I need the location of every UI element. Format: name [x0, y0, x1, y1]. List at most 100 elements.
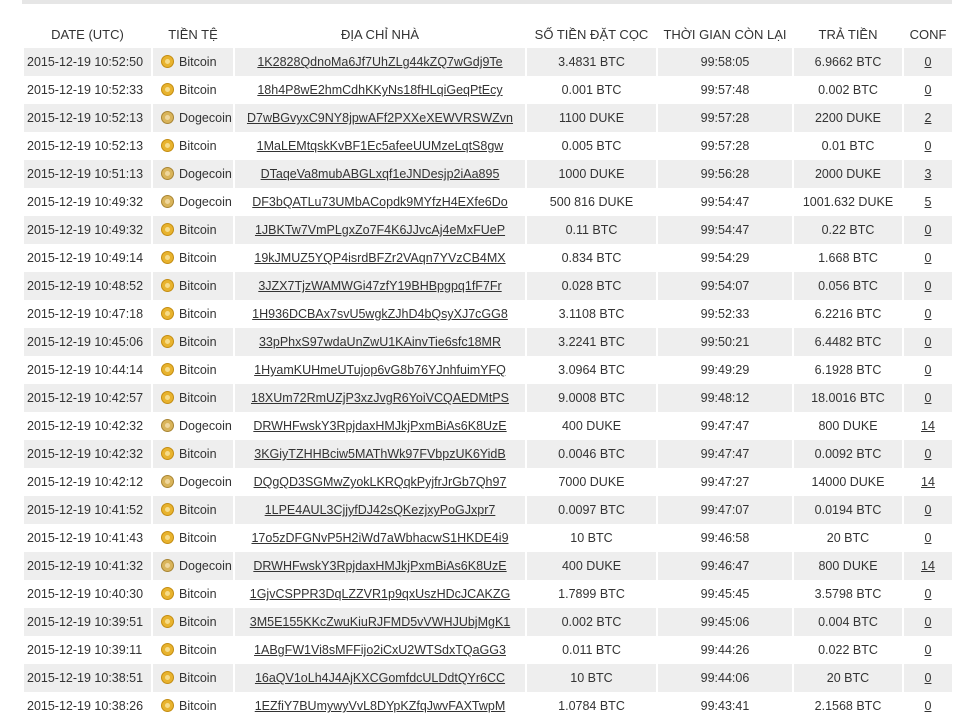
- address-link[interactable]: D7wBGvyxC9NY8jpwAFf2PXXeXEWVRSWZvn: [247, 111, 513, 125]
- date-cell: 2015-12-19 10:49:14: [24, 244, 151, 272]
- address-link[interactable]: DRWHFwskY3RpjdaxHMJkjPxmBiAs6K8UzE: [253, 419, 506, 433]
- conf-link[interactable]: 14: [921, 559, 935, 573]
- table-row: 2015-12-19 10:49:32 Dogecoin DF3bQATLu73UM…: [24, 188, 952, 216]
- deposit-cell: 0.028 BTC: [527, 272, 656, 300]
- currency-cell: Bitcoin: [153, 384, 233, 412]
- time-left-cell: 99:47:47: [658, 440, 792, 468]
- address-link[interactable]: 1ABgFW1Vi8sMFFijo2iCxU2WTSdxTQaGG3: [254, 643, 506, 657]
- currency-cell: Dogecoin: [153, 188, 233, 216]
- currency-cell: Bitcoin: [153, 636, 233, 664]
- address-link[interactable]: 18XUm72RmUZjP3xzJvgR6YoiVCQAEDMtPS: [251, 391, 509, 405]
- address-link[interactable]: 1H936DCBAx7svU5wgkZJhD4bQsyXJ7cGG8: [252, 307, 508, 321]
- address-link[interactable]: 3JZX7TjzWAMWGi47zfY19BHBpgpq1fF7Fr: [258, 279, 501, 293]
- address-cell: 18XUm72RmUZjP3xzJvgR6YoiVCQAEDMtPS: [235, 384, 525, 412]
- bitcoin-coin-icon: [161, 307, 174, 320]
- address-link[interactable]: 1MaLEMtqskKvBF1Ec5afeeUUMzeLqtS8gw: [257, 139, 504, 153]
- deposit-cell: 0.0046 BTC: [527, 440, 656, 468]
- date-cell: 2015-12-19 10:42:32: [24, 440, 151, 468]
- address-link[interactable]: DQgQD3SGMwZyokLKRQqkPyjfrJrGb7Qh97: [254, 475, 507, 489]
- conf-link[interactable]: 0: [925, 279, 932, 293]
- conf-cell: 0: [904, 636, 952, 664]
- deposit-cell: 10 BTC: [527, 524, 656, 552]
- conf-link[interactable]: 0: [925, 307, 932, 321]
- address-link[interactable]: DRWHFwskY3RpjdaxHMJkjPxmBiAs6K8UzE: [253, 559, 506, 573]
- deposit-cell: 0.834 BTC: [527, 244, 656, 272]
- deposit-cell: 0.0097 BTC: [527, 496, 656, 524]
- conf-link[interactable]: 0: [925, 503, 932, 517]
- bitcoin-coin-icon: [161, 363, 174, 376]
- conf-link[interactable]: 2: [925, 111, 932, 125]
- table-row: 2015-12-19 10:41:32 Dogecoin DRWHFwskY3Rpj…: [24, 552, 952, 580]
- address-cell: 1JBKTw7VmPLgxZo7F4K6JJvcAj4eMxFUeP: [235, 216, 525, 244]
- table-row: 2015-12-19 10:52:33 Bitcoin 18h4P8wE2hmCdh…: [24, 76, 952, 104]
- address-link[interactable]: 16aQV1oLh4J4AjKXCGomfdcULDdtQYr6CC: [255, 671, 505, 685]
- address-cell: D7wBGvyxC9NY8jpwAFf2PXXeXEWVRSWZvn: [235, 104, 525, 132]
- conf-link[interactable]: 0: [925, 531, 932, 545]
- currency-cell: Bitcoin: [153, 48, 233, 76]
- time-left-cell: 99:47:47: [658, 412, 792, 440]
- payout-cell: 1001.632 DUKE: [794, 188, 902, 216]
- conf-link[interactable]: 0: [925, 671, 932, 685]
- address-link[interactable]: 3M5E155KKcZwuKiuRJFMD5vVWHJUbjMgK1: [250, 615, 511, 629]
- address-link[interactable]: DTaqeVa8mubABGLxqf1eJNDesjp2iAa895: [261, 167, 500, 181]
- address-link[interactable]: 1JBKTw7VmPLgxZo7F4K6JJvcAj4eMxFUeP: [255, 223, 505, 237]
- payout-cell: 2200 DUKE: [794, 104, 902, 132]
- table-row: 2015-12-19 10:42:57 Bitcoin 18XUm72RmUZjP3…: [24, 384, 952, 412]
- payout-cell: 800 DUKE: [794, 552, 902, 580]
- address-link[interactable]: 33pPhxS97wdaUnZwU1KAinvTie6sfc18MR: [259, 335, 501, 349]
- conf-cell: 2: [904, 104, 952, 132]
- currency-cell: Bitcoin: [153, 664, 233, 692]
- deposit-cell: 0.001 BTC: [527, 76, 656, 104]
- conf-link[interactable]: 0: [925, 363, 932, 377]
- address-link[interactable]: 1LPE4AUL3CjjyfDJ42sQKezjxyPoGJxpr7: [265, 503, 496, 517]
- conf-link[interactable]: 0: [925, 139, 932, 153]
- address-link[interactable]: 1K2828QdnoMa6Jf7UhZLg44kZQ7wGdj9Te: [257, 55, 502, 69]
- conf-cell: 0: [904, 216, 952, 244]
- time-left-cell: 99:46:58: [658, 524, 792, 552]
- deposit-cell: 400 DUKE: [527, 552, 656, 580]
- conf-link[interactable]: 3: [925, 167, 932, 181]
- conf-link[interactable]: 0: [925, 447, 932, 461]
- date-cell: 2015-12-19 10:52:33: [24, 76, 151, 104]
- deposit-cell: 3.4831 BTC: [527, 48, 656, 76]
- conf-link[interactable]: 0: [925, 83, 932, 97]
- deposit-cell: 0.002 BTC: [527, 608, 656, 636]
- conf-link[interactable]: 0: [925, 55, 932, 69]
- date-cell: 2015-12-19 10:38:26: [24, 692, 151, 720]
- address-link[interactable]: 3KGiyTZHHBciw5MAThWk97FVbpzUK6YidB: [254, 447, 505, 461]
- currency-label: Bitcoin: [179, 55, 217, 69]
- address-link[interactable]: DF3bQATLu73UMbACopdk9MYfzH4EXfe6Do: [252, 195, 507, 209]
- payout-cell: 6.4482 BTC: [794, 328, 902, 356]
- address-link[interactable]: 19kJMUZ5YQP4isrdBFZr2VAqn7YVzCB4MX: [254, 251, 505, 265]
- address-link[interactable]: 1HyamKUHmeUTujop6vG8b76YJnhfuimYFQ: [254, 363, 506, 377]
- conf-link[interactable]: 5: [925, 195, 932, 209]
- currency-label: Bitcoin: [179, 363, 217, 377]
- deposit-cell: 500 816 DUKE: [527, 188, 656, 216]
- address-cell: 3KGiyTZHHBciw5MAThWk97FVbpzUK6YidB: [235, 440, 525, 468]
- conf-link[interactable]: 0: [925, 587, 932, 601]
- currency-cell: Bitcoin: [153, 244, 233, 272]
- conf-link[interactable]: 0: [925, 251, 932, 265]
- conf-link[interactable]: 0: [925, 391, 932, 405]
- address-link[interactable]: 1GjvCSPPR3DqLZZVR1p9qxUszHDcJCAKZG: [250, 587, 511, 601]
- conf-cell: 0: [904, 76, 952, 104]
- address-link[interactable]: 18h4P8wE2hmCdhKKyNs18fHLqiGeqPtEcy: [257, 83, 502, 97]
- address-link[interactable]: 1EZfiY7BUmywyVvL8DYpKZfqJwvFAXTwpM: [255, 699, 506, 713]
- currency-cell: Bitcoin: [153, 440, 233, 468]
- conf-link[interactable]: 14: [921, 475, 935, 489]
- conf-link[interactable]: 14: [921, 419, 935, 433]
- time-left-cell: 99:46:47: [658, 552, 792, 580]
- conf-link[interactable]: 0: [925, 615, 932, 629]
- conf-link[interactable]: 0: [925, 643, 932, 657]
- currency-label: Dogecoin: [179, 559, 232, 573]
- time-left-cell: 99:54:29: [658, 244, 792, 272]
- address-link[interactable]: 17o5zDFGNvP5H2iWd7aWbhacwS1HKDE4i9: [251, 531, 508, 545]
- bitcoin-coin-icon: [161, 503, 174, 516]
- conf-link[interactable]: 0: [925, 223, 932, 237]
- conf-link[interactable]: 0: [925, 335, 932, 349]
- conf-link[interactable]: 0: [925, 699, 932, 713]
- conf-cell: 0: [904, 132, 952, 160]
- date-cell: 2015-12-19 10:49:32: [24, 188, 151, 216]
- date-cell: 2015-12-19 10:52:13: [24, 132, 151, 160]
- conf-cell: 0: [904, 244, 952, 272]
